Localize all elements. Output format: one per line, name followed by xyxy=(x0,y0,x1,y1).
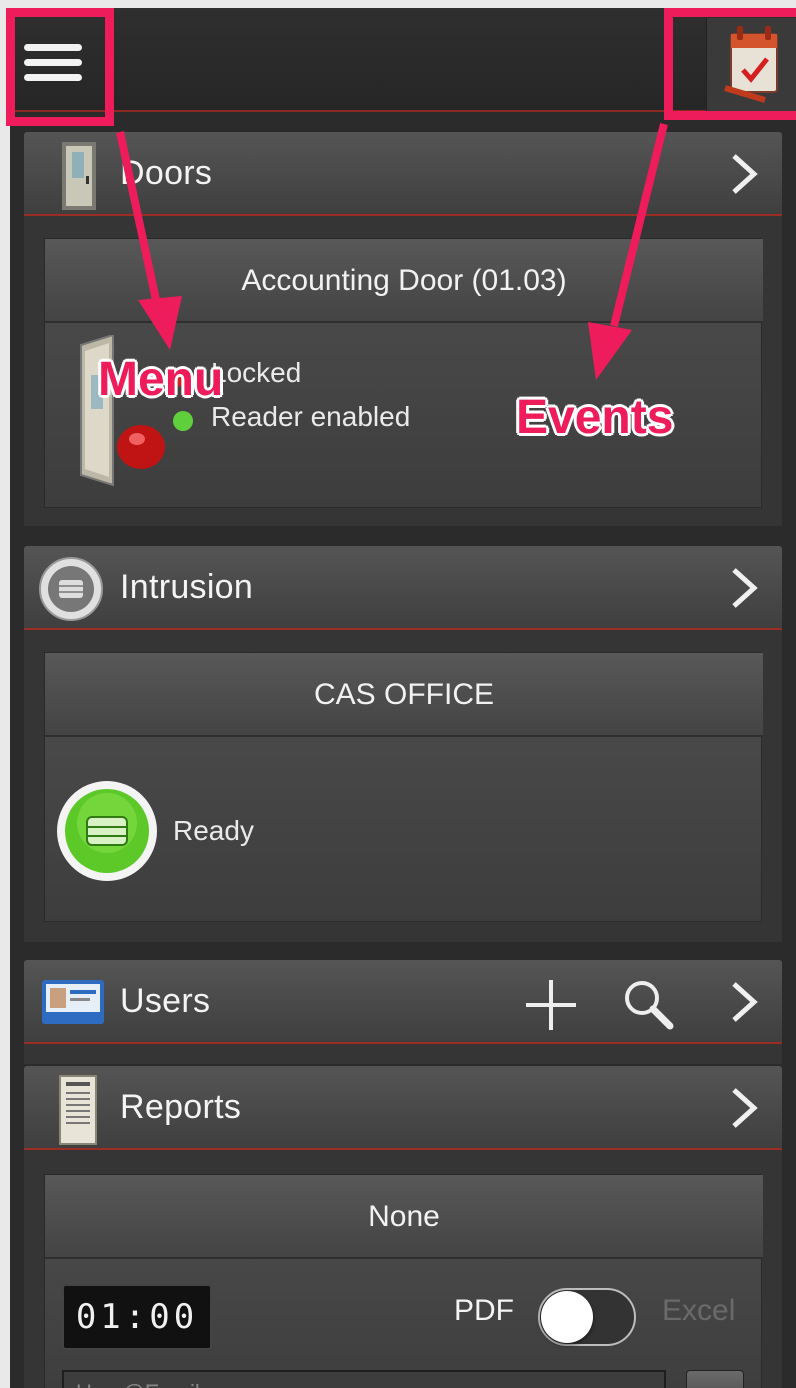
annotation-arrows xyxy=(116,123,668,380)
events-annotation-label: Events xyxy=(516,391,674,444)
menu-annotation-label: Menu xyxy=(98,353,224,406)
